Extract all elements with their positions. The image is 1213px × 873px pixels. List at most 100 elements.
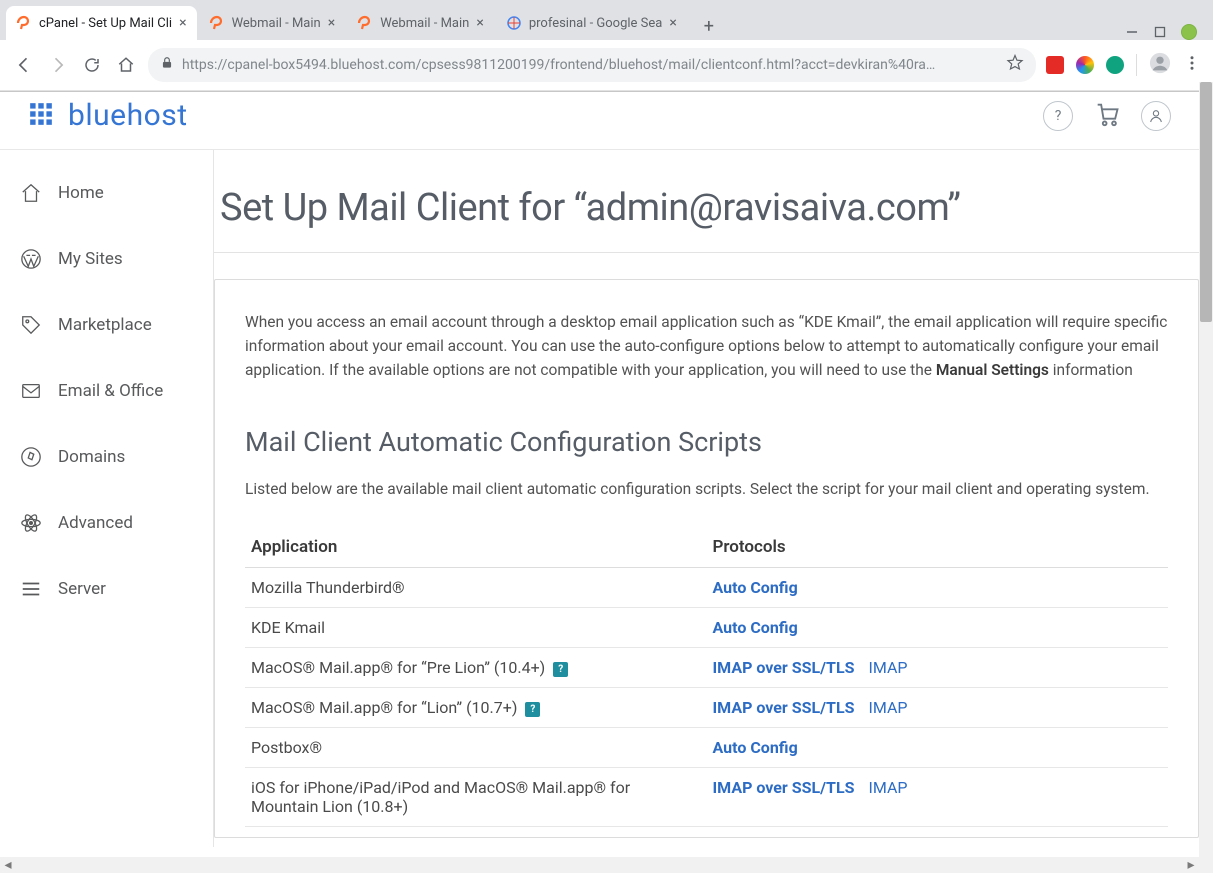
sidebar-item-label: Domains <box>58 447 125 467</box>
intro-text: When you access an email account through… <box>245 310 1168 382</box>
section-subtext: Listed below are the available mail clie… <box>245 478 1168 501</box>
vertical-scrollbar[interactable] <box>1199 82 1213 857</box>
protocol-cell: IMAP over SSL/TLSIMAP <box>707 768 1169 827</box>
cpanel-icon <box>357 15 373 31</box>
new-tab-button[interactable]: + <box>695 12 723 40</box>
tab-title: cPanel - Set Up Mail Cli <box>39 16 172 31</box>
help-badge-icon[interactable]: ? <box>525 702 540 717</box>
close-icon[interactable]: × <box>179 16 186 30</box>
tab-title: Webmail - Main <box>380 16 469 31</box>
extension-icon[interactable] <box>1076 56 1094 74</box>
page-header: bluehost ? <box>0 82 1199 150</box>
sidebar-item-label: Marketplace <box>58 315 152 335</box>
home-icon <box>20 182 42 204</box>
sidebar: Home My Sites Marketplace Email & Office… <box>0 150 214 847</box>
section-title: Mail Client Automatic Configuration Scri… <box>245 426 1168 458</box>
close-icon[interactable]: × <box>476 16 483 30</box>
window-controls <box>1125 24 1207 40</box>
protocol-link-secondary[interactable]: IMAP <box>854 698 907 717</box>
star-icon[interactable] <box>1006 54 1024 76</box>
url-text: https://cpanel-box5494.bluehost.com/cpse… <box>182 57 998 73</box>
forward-button[interactable] <box>46 53 70 77</box>
home-button[interactable] <box>114 53 138 77</box>
browser-tab[interactable]: cPanel - Set Up Mail Cli × <box>6 6 197 40</box>
atom-icon <box>20 512 42 534</box>
config-panel: When you access an email account through… <box>214 279 1199 838</box>
table-row: Postbox® Auto Config <box>245 728 1168 768</box>
protocol-link-primary[interactable]: IMAP over SSL/TLS <box>713 698 855 717</box>
protocol-link-secondary[interactable]: IMAP <box>854 778 907 797</box>
scrollbar-corner <box>1199 857 1213 873</box>
protocol-cell: IMAP over SSL/TLSIMAP <box>707 688 1169 728</box>
content: Set Up Mail Client for “admin@ravisaiva.… <box>214 150 1199 847</box>
protocol-cell: Auto Config <box>707 728 1169 768</box>
protocol-cell: Auto Config <box>707 568 1169 608</box>
tag-icon <box>20 314 42 336</box>
horizontal-scrollbar[interactable]: ◂ ▸ <box>0 857 1199 873</box>
table-row: MacOS® Mail.app® for “Pre Lion” (10.4+) … <box>245 648 1168 688</box>
flipboard-extension-icon[interactable] <box>1046 56 1064 74</box>
app-cell: iOS for iPhone/iPad/iPod and MacOS® Mail… <box>245 768 707 827</box>
browser-tab[interactable]: Webmail - Main × <box>347 6 494 40</box>
protocol-link-primary[interactable]: IMAP over SSL/TLS <box>713 778 855 797</box>
close-icon[interactable]: × <box>328 16 335 30</box>
grammarly-extension-icon[interactable] <box>1106 56 1124 74</box>
col-protocols: Protocols <box>707 527 1169 568</box>
app-cell: KDE Kmail <box>245 608 707 648</box>
mail-icon <box>20 380 42 402</box>
browser-tab[interactable]: profesinal - Google Sea × <box>496 6 687 40</box>
extension-icons <box>1046 52 1201 78</box>
help-button[interactable]: ? <box>1043 101 1073 131</box>
profile-avatar[interactable] <box>1149 52 1171 78</box>
scroll-left-icon[interactable]: ◂ <box>2 859 14 871</box>
address-bar[interactable]: https://cpanel-box5494.bluehost.com/cpse… <box>148 48 1036 82</box>
maximize-icon[interactable] <box>1153 25 1167 39</box>
page-title: Set Up Mail Client for “admin@ravisaiva.… <box>214 186 1199 253</box>
reload-button[interactable] <box>80 53 104 77</box>
protocol-link-secondary[interactable]: IMAP <box>854 658 907 677</box>
sidebar-item-label: My Sites <box>58 249 123 269</box>
sidebar-item-label: Home <box>58 183 104 203</box>
scripts-table: Application Protocols Mozilla Thunderbir… <box>245 527 1168 827</box>
minimize-icon[interactable] <box>1125 25 1139 39</box>
table-row: KDE Kmail Auto Config <box>245 608 1168 648</box>
sidebar-item-home[interactable]: Home <box>0 160 213 226</box>
scroll-right-icon[interactable]: ▸ <box>1185 859 1197 871</box>
sidebar-item-label: Email & Office <box>58 381 163 401</box>
sidebar-item-domains[interactable]: Domains <box>0 424 213 490</box>
sidebar-item-server[interactable]: Server <box>0 556 213 622</box>
sidebar-item-email[interactable]: Email & Office <box>0 358 213 424</box>
cpanel-icon <box>209 15 225 31</box>
wordpress-icon <box>20 248 42 270</box>
table-row: MacOS® Mail.app® for “Lion” (10.7+) ?IMA… <box>245 688 1168 728</box>
browser-chrome: cPanel - Set Up Mail Cli × Webmail - Mai… <box>0 0 1213 92</box>
app-cell: Postbox® <box>245 728 707 768</box>
grid-menu-icon[interactable] <box>28 101 54 131</box>
sidebar-item-mysites[interactable]: My Sites <box>0 226 213 292</box>
brand[interactable]: bluehost <box>28 98 188 133</box>
protocol-link-primary[interactable]: Auto Config <box>713 618 798 637</box>
protocol-link-primary[interactable]: IMAP over SSL/TLS <box>713 658 855 677</box>
sidebar-item-label: Advanced <box>58 513 133 533</box>
protocol-link-primary[interactable]: Auto Config <box>713 578 798 597</box>
help-badge-icon[interactable]: ? <box>553 662 568 677</box>
protocol-cell: IMAP over SSL/TLSIMAP <box>707 648 1169 688</box>
app-cell: MacOS® Mail.app® for “Lion” (10.7+) ? <box>245 688 707 728</box>
divider <box>1136 54 1137 76</box>
close-icon[interactable]: × <box>669 16 676 30</box>
kebab-menu-icon[interactable] <box>1183 54 1201 76</box>
protocol-link-primary[interactable]: Auto Config <box>713 738 798 757</box>
sidebar-item-advanced[interactable]: Advanced <box>0 490 213 556</box>
cart-button[interactable] <box>1093 100 1121 132</box>
browser-tab[interactable]: Webmail - Main × <box>199 6 346 40</box>
window-close-icon[interactable] <box>1181 24 1197 40</box>
menu-icon <box>20 578 42 600</box>
scrollbar-thumb[interactable] <box>1200 82 1212 322</box>
table-row: Mozilla Thunderbird®Auto Config <box>245 568 1168 608</box>
sidebar-item-marketplace[interactable]: Marketplace <box>0 292 213 358</box>
tab-strip: cPanel - Set Up Mail Cli × Webmail - Mai… <box>0 0 1213 40</box>
sidebar-item-label: Server <box>58 579 106 599</box>
protocol-cell: Auto Config <box>707 608 1169 648</box>
back-button[interactable] <box>12 53 36 77</box>
account-button[interactable] <box>1141 101 1171 131</box>
